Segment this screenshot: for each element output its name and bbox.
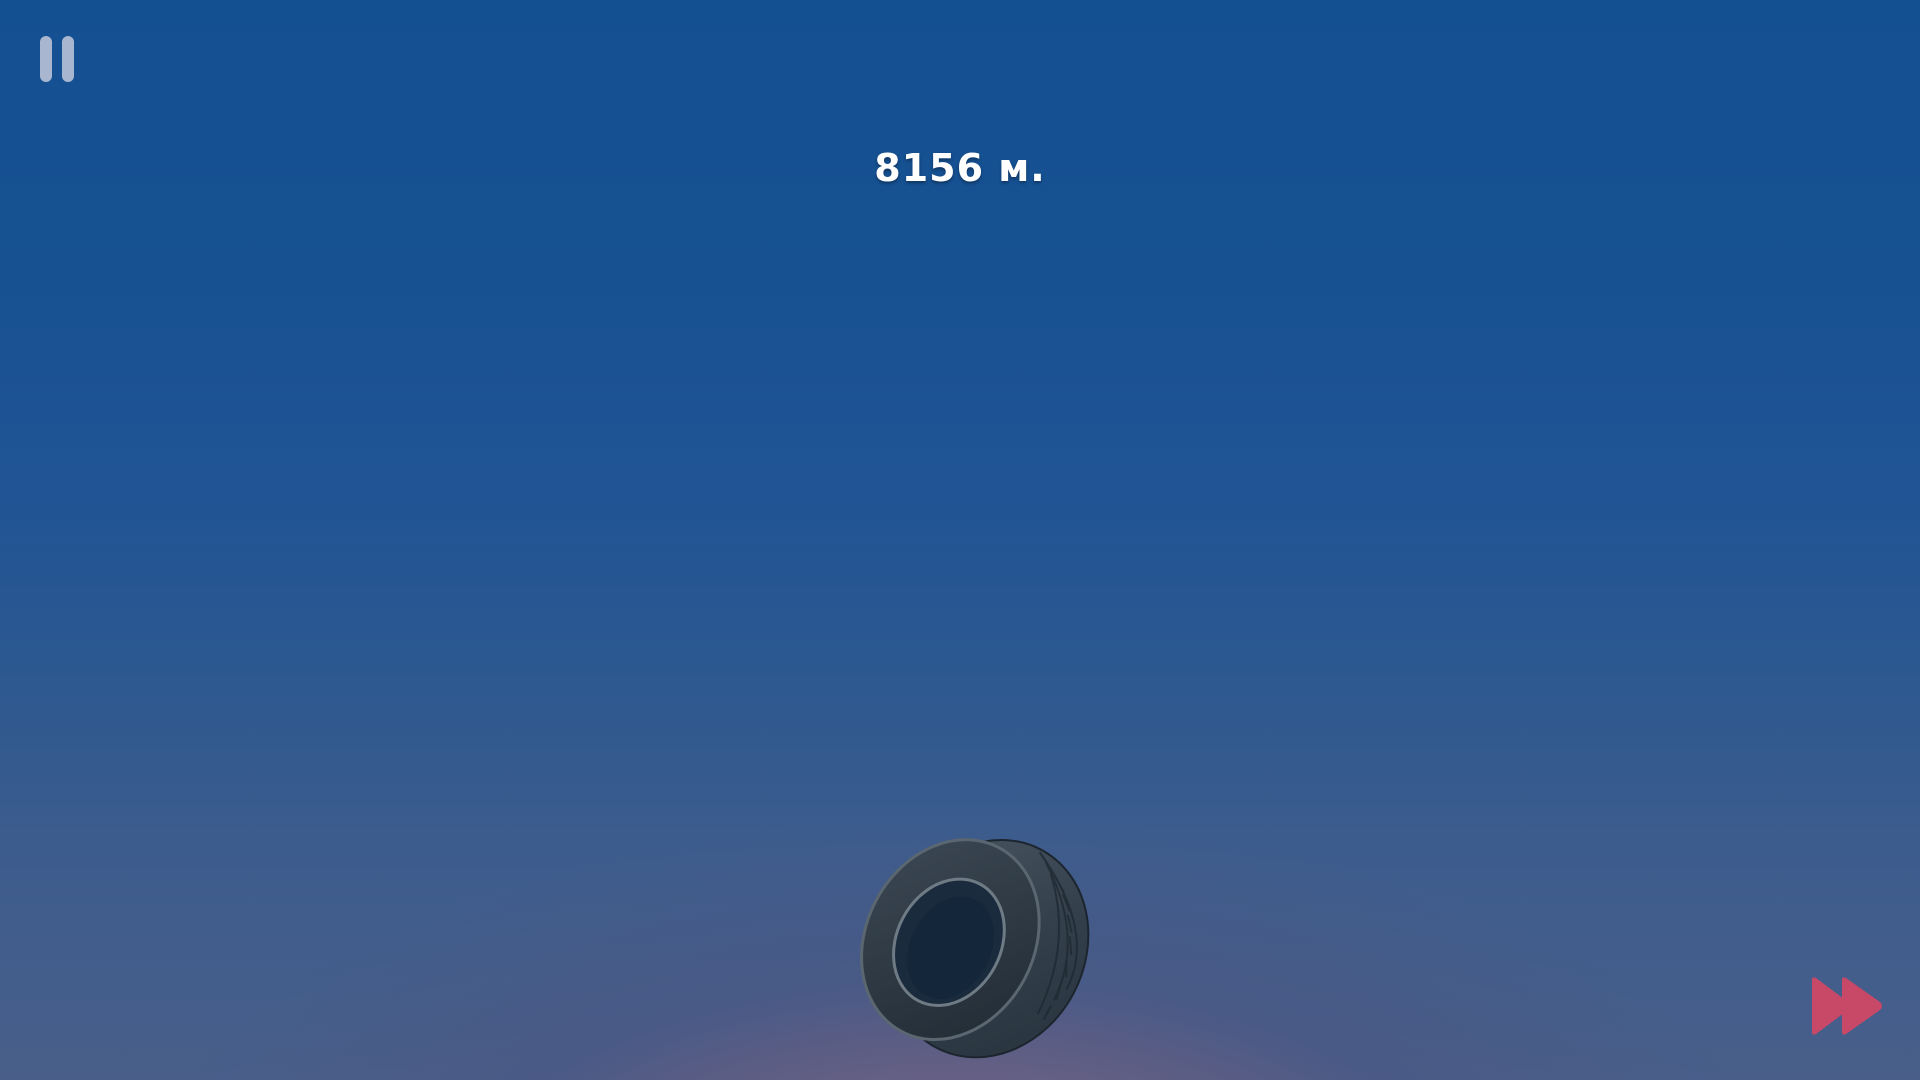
distance-counter: 8156 м.: [874, 146, 1046, 190]
pause-icon-bar-left: [40, 36, 52, 82]
pause-button[interactable]: [38, 36, 78, 82]
fast-forward-icon: [1812, 977, 1882, 1035]
fast-forward-button[interactable]: [1808, 974, 1886, 1038]
pause-icon-bar-right: [62, 36, 74, 82]
tire: [860, 838, 1090, 1059]
